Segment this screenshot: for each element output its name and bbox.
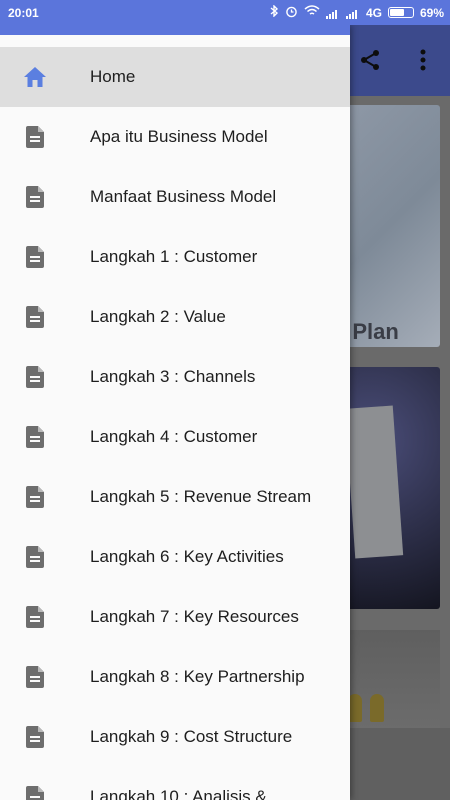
menu-item-langkah-7-key-resources[interactable]: Langkah 7 : Key Resources — [0, 587, 350, 647]
alarm-icon — [285, 5, 298, 21]
battery-level — [389, 9, 404, 16]
wifi-icon — [304, 5, 320, 20]
menu-item-manfaat-business-model[interactable]: Manfaat Business Model — [0, 167, 350, 227]
document-icon — [0, 726, 90, 748]
navigation-drawer: Home Apa itu Business Model Manfaat Busine… — [0, 25, 350, 800]
menu-item-label: Apa itu Business Model — [90, 127, 268, 146]
menu-item-langkah-2-value[interactable]: Langkah 2 : Value — [0, 287, 350, 347]
menu-item-home[interactable]: Home — [0, 47, 350, 107]
menu-item-langkah-8-key-partnership[interactable]: Langkah 8 : Key Partnership — [0, 647, 350, 707]
menu-item-label: Langkah 7 : Key Resources — [90, 607, 299, 626]
menu-item-langkah-3-channels[interactable]: Langkah 3 : Channels — [0, 347, 350, 407]
document-icon — [0, 126, 90, 148]
card-image-figure — [370, 694, 384, 722]
document-icon — [0, 246, 90, 268]
menu-item-langkah-1-customer[interactable]: Langkah 1 : Customer — [0, 227, 350, 287]
battery-percent: 69% — [419, 5, 444, 20]
document-icon — [0, 546, 90, 568]
drawer-header — [0, 25, 350, 47]
document-icon — [0, 786, 90, 800]
menu-item-label: Langkah 10 : Analisis & — [90, 787, 267, 800]
article-card-2[interactable] — [340, 367, 440, 609]
document-icon — [0, 306, 90, 328]
status-time: 20:01 — [8, 5, 39, 20]
signal-icon-1 — [325, 8, 340, 19]
menu-item-label: Langkah 8 : Key Partnership — [90, 667, 305, 686]
home-icon — [0, 66, 90, 88]
menu-item-langkah-6-key-activities[interactable]: Langkah 6 : Key Activities — [0, 527, 350, 587]
menu-item-label: Langkah 6 : Key Activities — [90, 547, 284, 566]
share-icon[interactable] — [355, 45, 385, 75]
menu-item-label: Langkah 2 : Value — [90, 307, 226, 326]
document-icon — [0, 186, 90, 208]
menu-item-label: Langkah 4 : Customer — [90, 427, 258, 446]
document-icon — [0, 666, 90, 688]
menu-item-langkah-9-cost-structure[interactable]: Langkah 9 : Cost Structure — [0, 707, 350, 767]
menu-item-langkah-4-customer[interactable]: Langkah 4 : Customer — [0, 407, 350, 467]
bluetooth-icon — [269, 4, 279, 20]
card-image — [344, 405, 404, 559]
menu-item-label: Langkah 1 : Customer — [90, 247, 258, 266]
status-icons: 4G 69% — [269, 4, 444, 21]
menu-item-label: Home — [90, 67, 136, 86]
menu-item-langkah-5-revenue-stream[interactable]: Langkah 5 : Revenue Stream — [0, 467, 350, 527]
menu-item-langkah-10-analisis[interactable]: Langkah 10 : Analisis & — [0, 767, 350, 800]
article-card-3[interactable] — [340, 630, 440, 730]
menu-item-apa-itu-business-model[interactable]: Apa itu Business Model — [0, 107, 350, 167]
document-icon — [0, 606, 90, 628]
card-image-figure — [348, 694, 362, 722]
status-bar: 20:01 4G 69% — [0, 0, 450, 25]
menu-item-label: Langkah 9 : Cost Structure — [90, 727, 293, 746]
document-icon — [0, 426, 90, 448]
article-card-1[interactable]: s Plan — [340, 105, 440, 347]
document-icon — [0, 486, 90, 508]
signal-icon-2 — [345, 8, 360, 19]
overflow-menu-icon[interactable] — [408, 45, 438, 75]
document-icon — [0, 366, 90, 388]
menu-item-label: Langkah 5 : Revenue Stream — [90, 487, 312, 506]
network-type: 4G — [365, 5, 382, 20]
menu-item-label: Langkah 3 : Channels — [90, 367, 256, 386]
menu-item-label: Manfaat Business Model — [90, 187, 277, 206]
bottom-area — [350, 728, 450, 800]
drawer-menu-list: Home Apa itu Business Model Manfaat Busine… — [0, 47, 350, 800]
battery-icon — [387, 7, 414, 18]
